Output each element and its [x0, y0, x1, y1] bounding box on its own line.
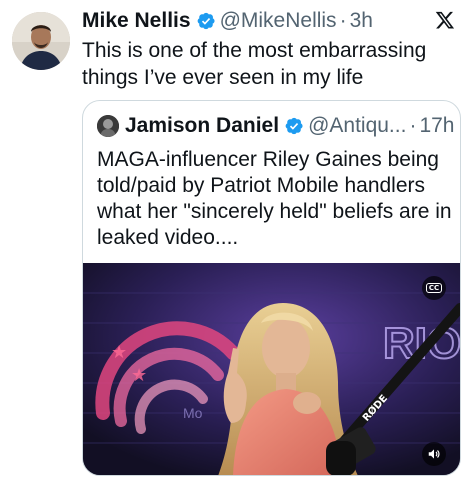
quoted-author-avatar[interactable] — [97, 115, 119, 137]
closed-captions-button[interactable]: CC — [422, 276, 446, 300]
verified-badge-icon — [285, 117, 303, 135]
quoted-tweet-header: Jamison Daniel @Antiqu... · 17h — [97, 113, 454, 139]
svg-text:★: ★ — [111, 342, 127, 363]
quoted-author-name[interactable]: Jamison Daniel — [125, 114, 279, 138]
separator-dot: · — [339, 9, 347, 32]
author-name[interactable]: Mike Nellis — [82, 9, 191, 33]
author-avatar[interactable] — [12, 12, 70, 70]
video-frame: ★ ★ RIOT Mo RØDE — [83, 263, 460, 475]
backdrop-sign-text-2: Mo — [183, 405, 203, 421]
svg-text:★: ★ — [131, 365, 147, 386]
quoted-tweet-time[interactable]: 17h — [419, 114, 454, 138]
x-logo-icon — [435, 11, 455, 29]
volume-button[interactable] — [422, 442, 446, 466]
verified-badge-icon — [197, 12, 215, 30]
video-player[interactable]: ★ ★ RIOT Mo RØDE CC — [83, 263, 460, 475]
quoted-tweet-text: MAGA-influencer Riley Gaines being told/… — [97, 148, 452, 249]
tweet-time[interactable]: 3h — [350, 9, 373, 33]
quoted-author-handle[interactable]: @Antiqu... — [308, 114, 406, 138]
volume-icon — [428, 449, 440, 459]
quoted-tweet-card[interactable]: Jamison Daniel @Antiqu... · 17h MAGA-inf… — [82, 100, 461, 476]
closed-captions-icon: CC — [425, 283, 443, 293]
separator-dot: · — [409, 114, 417, 137]
tweet-text: This is one of the most embarrassing thi… — [82, 39, 427, 89]
author-handle[interactable]: @MikeNellis — [220, 9, 337, 33]
tweet-header: Mike Nellis @MikeNellis · 3h — [82, 8, 431, 34]
